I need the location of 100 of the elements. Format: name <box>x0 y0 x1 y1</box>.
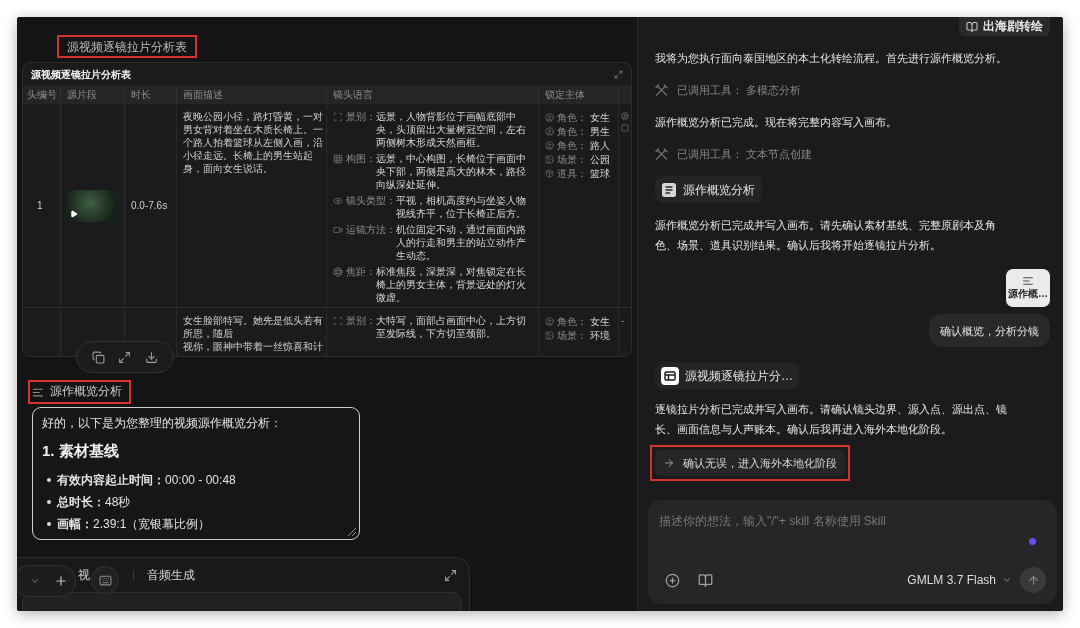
text-lines-icon <box>1023 276 1033 285</box>
table-icon <box>661 366 679 385</box>
field-label: 构图： <box>346 152 376 166</box>
book-icon <box>966 20 978 33</box>
video-camera-icon <box>333 224 343 235</box>
field-label: 角色： <box>557 124 587 139</box>
image-icon <box>545 330 554 340</box>
square-icon <box>621 124 629 132</box>
keyboard-icon <box>98 573 112 587</box>
assistant-message: 源作概览分析已完成。现在将完整内容写入画布。 <box>655 115 898 130</box>
field-label: 道具： <box>557 166 587 181</box>
bullet-icon <box>47 478 51 482</box>
field-label: 焦距： <box>346 265 376 279</box>
workflow-button[interactable]: 出海剧转绘 <box>959 17 1050 36</box>
node-title: 源视频逐镜拉片分析表 <box>67 38 187 56</box>
column-header: 源片段 <box>61 85 125 104</box>
table-cell-text: 夜晚公园小径，路灯昏黄，一对男女背对着坐在木质长椅上。一个路人拍着篮球从左侧入画，沿小径走远。长椅上的男生站起身，面向女生说话。 <box>183 110 324 175</box>
table-cell-text: 女生脸部特写。她先是低头若有所思，随后 <box>183 314 324 340</box>
expand-icon[interactable] <box>614 69 623 79</box>
arrow-right-icon <box>663 457 675 469</box>
user-message: 确认概览，分析分镜 <box>929 314 1050 347</box>
partial-text: 视你，眼神中带着一丝惊喜和计 <box>183 341 323 352</box>
add-icon[interactable] <box>665 572 680 588</box>
field-label: 镜头类型： <box>346 194 396 208</box>
field-label: 角色： <box>557 138 587 153</box>
person-icon <box>545 126 554 136</box>
field-label: 景别： <box>346 314 376 328</box>
intro-text: 好的，以下是为您整理的视频源作概览分析： <box>42 415 283 432</box>
field-text: 远景，人物背影位于画幅底部中央，头顶留出大量树冠空间，左右两侧树木形成天然画框。 <box>376 110 527 149</box>
field-label: 场景： <box>557 152 587 167</box>
field-value: 篮球 <box>590 166 610 181</box>
model-selector[interactable]: GMLM 3.7 Flash <box>907 571 1012 589</box>
assistant-message: 我将为您执行面向泰国地区的本土化转绘流程。首先进行源作概览分析。 <box>655 51 1008 66</box>
field-label: 运镜方法： <box>346 223 396 237</box>
expand-icon[interactable] <box>444 568 457 582</box>
document-chip[interactable]: 源作概览分析 <box>655 176 762 203</box>
field-value: 男生 <box>590 124 610 139</box>
person-icon <box>545 112 554 122</box>
column-header: 锁定主体 <box>539 85 619 104</box>
copy-icon[interactable] <box>91 350 105 364</box>
action-button[interactable]: 确认无误，进入海外本地化阶段 <box>655 450 845 476</box>
expand-icon[interactable] <box>118 350 132 364</box>
column-header: 镜头语言 <box>327 85 539 104</box>
tools-icon <box>655 147 668 161</box>
tool-call-label: 已调用工具： <box>677 83 743 98</box>
field-value: 公园 <box>590 152 610 167</box>
person-icon <box>545 140 554 150</box>
person-icon <box>545 316 554 326</box>
table-cell-text: 1 <box>37 199 43 213</box>
aperture-icon <box>333 266 343 277</box>
play-icon[interactable] <box>70 209 78 218</box>
book-icon[interactable] <box>698 572 713 588</box>
field-value: 女生 <box>590 110 610 125</box>
field-label: 角色： <box>557 110 587 125</box>
chevron-down-icon <box>1002 575 1012 585</box>
field-text: 机位固定不动，通过画面内路人的行走和男主的站立动作产生动态。 <box>396 223 527 262</box>
bullet-text: 画幅：2.39:1（宽银幕比例） <box>57 516 211 533</box>
image-icon <box>545 154 554 164</box>
field-text: 标准焦段，深景深，对焦锁定在长椅上的男女主体，背景远处的灯火微虚。 <box>376 265 527 304</box>
column-header: 头编号 <box>23 85 61 104</box>
tool-name: 多模态分析 <box>746 83 801 98</box>
message-input[interactable]: 描述你的想法，输入"/"+ skill 名称使用 Skill <box>659 510 1046 532</box>
keyboard-button[interactable] <box>91 566 119 594</box>
field-label: 角色： <box>557 314 587 329</box>
field-text: 远景，中心构图，长椅位于画面中央下部，两侧是高大的林木，路径向纵深处延伸。 <box>376 152 527 191</box>
box-icon <box>545 168 554 178</box>
eye-icon <box>333 195 343 206</box>
field-value: 路人 <box>590 138 610 153</box>
bullet-text: 有效内容起止时间：00:00 - 00:48 <box>57 472 236 489</box>
arrow-up-icon <box>1026 573 1040 587</box>
send-button[interactable] <box>1020 567 1046 593</box>
grid-icon <box>333 153 343 164</box>
resize-handle-icon[interactable] <box>348 528 356 536</box>
field-value: 环境 <box>590 328 610 343</box>
video-thumbnail[interactable] <box>66 189 120 222</box>
frame-icon <box>333 111 343 122</box>
bullet-icon <box>47 500 51 504</box>
section-heading: 1. 素材基线 <box>42 441 120 461</box>
list-icon <box>33 387 43 397</box>
field-text: 大特写，面部占画面中心，上方切至发际线，下方切至颈部。 <box>376 314 527 340</box>
attachment-card[interactable]: 源作概… <box>1006 269 1050 307</box>
plus-icon[interactable] <box>54 574 68 588</box>
field-label: 场景： <box>557 328 587 343</box>
mode-tab[interactable]: 音频生成 <box>147 566 195 584</box>
field-text: 平视，相机高度约与坐姿人物视线齐平，位于长椅正后方。 <box>396 194 527 220</box>
assistant-message: 逐镜拉片分析已完成并写入画布。请确认镜头边界、源入点、源出点、镜长、画面信息与人声账本。确认后我再进入海外本地化阶段。 <box>655 402 1008 437</box>
bullet-icon <box>47 522 51 526</box>
download-icon[interactable] <box>145 350 159 364</box>
bullet-text: 总时长：48秒 <box>57 494 131 511</box>
chevron-down-icon[interactable] <box>30 576 40 586</box>
table-chip[interactable]: 源视频逐镜拉片分… <box>655 362 799 389</box>
table-cell-text: - <box>621 314 626 327</box>
assistant-message: 源作概览分析已完成并写入画布。请先确认素材基线、完整原剧本及角色、场景、道具识别结果。确认后我将开始逐镜拉片分析。 <box>655 218 997 253</box>
mode-tab[interactable]: 视 <box>78 566 90 584</box>
person-icon <box>621 112 629 120</box>
tools-icon <box>655 83 668 97</box>
table-title: 源视频逐镜拉片分析表 <box>31 67 131 82</box>
node-title: 源作概览分析 <box>50 384 122 400</box>
tool-name: 文本节点创建 <box>746 147 812 162</box>
field-value: 女生 <box>590 314 610 329</box>
